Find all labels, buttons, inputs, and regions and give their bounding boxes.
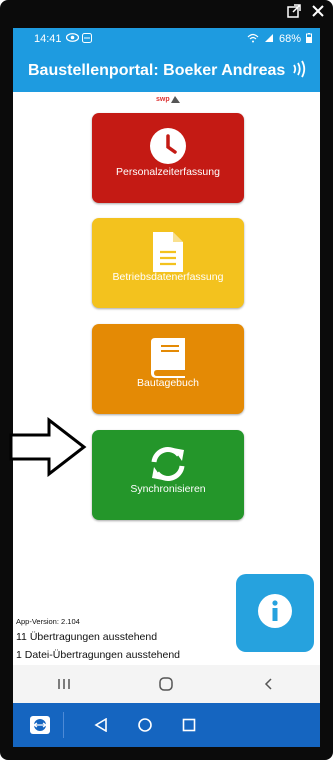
tile-label: Synchronisieren (130, 483, 206, 495)
signal-icon (264, 33, 274, 46)
personalzeiterfassung-tile[interactable]: Personalzeiterfassung (92, 113, 244, 203)
logo-text: swp (156, 96, 170, 103)
back-icon[interactable] (239, 677, 299, 691)
page-title: Baustellenportal: Boeker Andreas (28, 62, 286, 79)
eye-icon (65, 33, 79, 45)
recents-icon[interactable] (34, 677, 94, 691)
bautagebuch-tile[interactable]: Bautagebuch (92, 324, 244, 414)
remote-control-bar (13, 703, 320, 747)
info-icon (257, 593, 293, 634)
app-bar: Baustellenportal: Boeker Andreas (13, 50, 320, 92)
triangle-back-icon[interactable] (94, 718, 108, 732)
sync-icon (92, 444, 244, 484)
document-icon (92, 232, 244, 272)
pointer-arrow-annotation (9, 416, 87, 482)
popout-icon[interactable] (287, 4, 301, 18)
divider (63, 712, 64, 738)
battery-icon (306, 32, 312, 46)
info-button[interactable] (236, 574, 314, 652)
tile-label: Betriebsdatenerfassung (112, 271, 224, 283)
status-time: 14:41 (34, 33, 62, 45)
pending-files: 1 Datei-Übertragungen ausstehend (16, 649, 181, 661)
clock-icon (92, 127, 244, 165)
synchronisieren-tile[interactable]: Synchronisieren (92, 430, 244, 520)
teamviewer-icon[interactable] (29, 715, 51, 735)
home-icon[interactable] (136, 677, 196, 691)
nfc-icon[interactable] (291, 59, 309, 84)
close-icon[interactable] (311, 4, 325, 18)
teamviewer-small-icon (81, 32, 92, 46)
square-recents-icon[interactable] (182, 718, 196, 732)
device-frame: 14:41 68% Baustellenportal: Boeker Andre… (0, 0, 333, 760)
company-logo: swp (156, 96, 180, 103)
book-icon (92, 338, 244, 378)
pending-transfers: 11 Übertragungen ausstehend (16, 631, 158, 643)
circle-home-icon[interactable] (138, 718, 152, 732)
wifi-icon (247, 33, 259, 46)
phone-screen: 14:41 68% Baustellenportal: Boeker Andre… (13, 28, 320, 747)
window-controls (287, 4, 325, 18)
tile-label: Bautagebuch (137, 377, 199, 389)
tile-label: Personalzeiterfassung (116, 166, 220, 178)
status-bar: 14:41 68% (13, 28, 320, 50)
android-nav-bar (13, 665, 320, 703)
app-version: App-Version: 2.104 (16, 617, 80, 626)
betriebsdatenerfassung-tile[interactable]: Betriebsdatenerfassung (92, 218, 244, 308)
battery-percent: 68% (278, 33, 301, 45)
